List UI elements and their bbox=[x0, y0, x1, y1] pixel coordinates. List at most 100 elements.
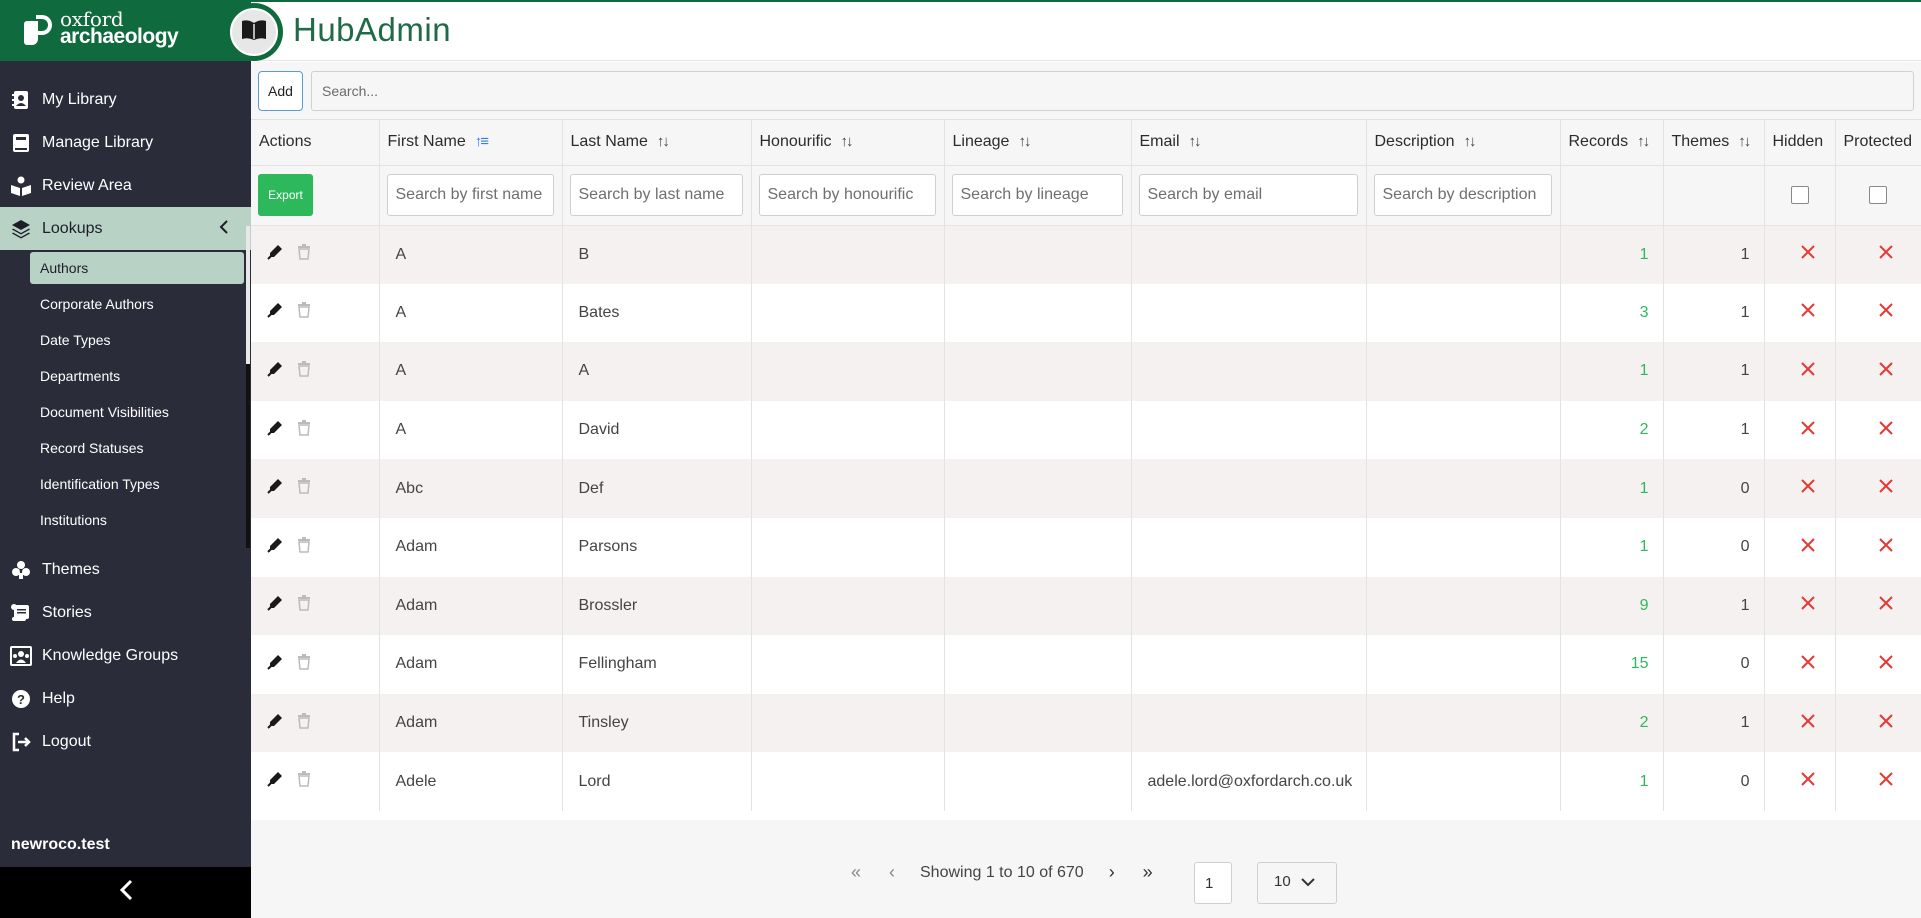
cell-records[interactable]: 1 bbox=[1560, 459, 1664, 518]
column-header-themes[interactable]: Themes ↑↓ bbox=[1663, 120, 1765, 166]
cell-records[interactable]: 3 bbox=[1560, 283, 1664, 343]
sort-icon[interactable]: ↑↓ bbox=[1464, 133, 1477, 150]
cell-records[interactable]: 2 bbox=[1560, 693, 1664, 753]
cell-records[interactable]: 1 bbox=[1560, 225, 1664, 284]
sort-icon[interactable]: ↑↓ bbox=[1018, 133, 1031, 150]
cell-records[interactable]: 15 bbox=[1560, 635, 1664, 694]
column-header-last-name[interactable]: Last Name ↑↓ bbox=[562, 120, 752, 166]
hidden-x-icon[interactable] bbox=[1764, 635, 1836, 694]
edit-pen-icon[interactable] bbox=[267, 595, 283, 616]
sidebar-subitem-departments[interactable]: Departments bbox=[0, 358, 251, 394]
protected-x-icon[interactable] bbox=[1835, 342, 1921, 401]
column-header-records[interactable]: Records ↑↓ bbox=[1560, 120, 1664, 166]
cell-records[interactable]: 2 bbox=[1560, 400, 1664, 460]
add-button[interactable]: Add bbox=[258, 71, 303, 111]
protected-x-icon[interactable] bbox=[1835, 225, 1921, 284]
prev-page-button[interactable]: ‹ bbox=[874, 862, 910, 883]
protected-x-icon[interactable] bbox=[1835, 283, 1921, 343]
edit-pen-icon[interactable] bbox=[267, 537, 283, 558]
sidebar-scrollbar-thumb[interactable] bbox=[246, 226, 250, 364]
edit-pen-icon[interactable] bbox=[267, 654, 283, 675]
sort-icon[interactable]: ↑↓ bbox=[841, 133, 854, 150]
delete-trash-icon[interactable] bbox=[297, 595, 311, 616]
protected-x-icon[interactable] bbox=[1835, 576, 1921, 636]
edit-pen-icon[interactable] bbox=[267, 478, 283, 499]
delete-trash-icon[interactable] bbox=[297, 302, 311, 323]
collapse-sidebar-button[interactable] bbox=[0, 867, 251, 918]
sort-icon[interactable]: ↑↓ bbox=[1637, 133, 1650, 150]
protected-x-icon[interactable] bbox=[1835, 459, 1921, 518]
cell-records[interactable]: 1 bbox=[1560, 342, 1664, 401]
sidebar-item-help[interactable]: ? Help bbox=[0, 677, 251, 720]
hidden-x-icon[interactable] bbox=[1764, 342, 1836, 401]
delete-trash-icon[interactable] bbox=[297, 419, 311, 441]
chevron-left-icon[interactable] bbox=[219, 218, 229, 239]
app-badge[interactable] bbox=[225, 3, 283, 61]
export-button[interactable]: Export bbox=[258, 174, 313, 216]
sidebar-item-logout[interactable]: Logout bbox=[0, 720, 251, 763]
protected-x-icon[interactable] bbox=[1835, 635, 1921, 694]
lineage-filter[interactable] bbox=[951, 174, 1123, 216]
hidden-x-icon[interactable] bbox=[1764, 283, 1836, 343]
protected-x-icon[interactable] bbox=[1835, 752, 1921, 811]
description-filter[interactable] bbox=[1373, 174, 1552, 216]
hidden-x-icon[interactable] bbox=[1764, 693, 1836, 753]
delete-trash-icon[interactable] bbox=[297, 771, 311, 792]
sidebar-subitem-record-statuses[interactable]: Record Statuses bbox=[0, 430, 251, 466]
hidden-filter-checkbox[interactable] bbox=[1790, 186, 1809, 204]
protected-x-icon[interactable] bbox=[1835, 400, 1921, 460]
protected-filter-checkbox[interactable] bbox=[1869, 186, 1887, 204]
page-number-input[interactable]: 1 bbox=[1194, 862, 1232, 904]
honourific-filter[interactable] bbox=[758, 174, 936, 216]
search-input[interactable] bbox=[311, 71, 1914, 111]
sidebar-item-manage-library[interactable]: Manage Library bbox=[0, 121, 251, 164]
edit-pen-icon[interactable] bbox=[267, 771, 283, 792]
email-filter[interactable] bbox=[1138, 174, 1358, 216]
sidebar-item-review-area[interactable]: Review Area bbox=[0, 164, 251, 207]
hidden-x-icon[interactable] bbox=[1764, 752, 1836, 811]
sidebar-subitem-document-visibilities[interactable]: Document Visibilities bbox=[0, 394, 251, 430]
sidebar-subitem-corporate-authors[interactable]: Corporate Authors bbox=[0, 286, 251, 322]
delete-trash-icon[interactable] bbox=[297, 653, 311, 675]
delete-trash-icon[interactable] bbox=[297, 478, 311, 499]
cell-records[interactable]: 1 bbox=[1560, 752, 1664, 811]
hidden-x-icon[interactable] bbox=[1764, 459, 1836, 518]
sidebar-subitem-date-types[interactable]: Date Types bbox=[0, 322, 251, 358]
column-header-first-name[interactable]: First Name ↑≡ bbox=[379, 120, 563, 166]
column-header-lineage[interactable]: Lineage ↑↓ bbox=[944, 120, 1132, 166]
column-header-description[interactable]: Description ↑↓ bbox=[1366, 120, 1561, 166]
column-header-honourific[interactable]: Honourific ↑↓ bbox=[751, 120, 945, 166]
sidebar-subitem-institutions[interactable]: Institutions bbox=[0, 502, 251, 538]
edit-pen-icon[interactable] bbox=[267, 713, 283, 734]
cell-records[interactable]: 9 bbox=[1560, 576, 1664, 636]
next-page-button[interactable]: › bbox=[1094, 862, 1130, 883]
last-page-button[interactable]: » bbox=[1130, 862, 1166, 883]
first-name-filter[interactable] bbox=[386, 174, 554, 216]
column-header-email[interactable]: Email ↑↓ bbox=[1131, 120, 1367, 166]
sidebar-item-lookups[interactable]: Lookups bbox=[0, 207, 251, 250]
hidden-x-icon[interactable] bbox=[1764, 576, 1836, 636]
delete-trash-icon[interactable] bbox=[297, 536, 311, 558]
last-name-filter[interactable] bbox=[569, 174, 743, 216]
page-size-select[interactable]: 10 bbox=[1257, 862, 1337, 904]
protected-x-icon[interactable] bbox=[1835, 517, 1921, 577]
edit-pen-icon[interactable] bbox=[267, 361, 283, 382]
edit-pen-icon[interactable] bbox=[267, 420, 283, 441]
edit-pen-icon[interactable] bbox=[267, 302, 283, 323]
delete-trash-icon[interactable] bbox=[297, 244, 311, 265]
sidebar-item-my-library[interactable]: My Library bbox=[0, 78, 251, 121]
delete-trash-icon[interactable] bbox=[297, 360, 311, 382]
sidebar-subitem-authors[interactable]: Authors bbox=[30, 252, 244, 284]
sort-icon[interactable]: ↑↓ bbox=[657, 133, 670, 150]
sidebar-item-stories[interactable]: Stories bbox=[0, 591, 251, 634]
first-page-button[interactable]: « bbox=[838, 862, 874, 883]
sort-ascending-icon[interactable]: ↑≡ bbox=[475, 133, 489, 150]
edit-pen-icon[interactable] bbox=[267, 244, 283, 265]
sidebar-item-themes[interactable]: Themes bbox=[0, 548, 251, 591]
brand-logo[interactable]: oxford archaeology bbox=[0, 0, 251, 61]
delete-trash-icon[interactable] bbox=[297, 712, 311, 734]
hidden-x-icon[interactable] bbox=[1764, 517, 1836, 577]
cell-records[interactable]: 1 bbox=[1560, 517, 1664, 577]
sidebar-subitem-identification-types[interactable]: Identification Types bbox=[0, 466, 251, 502]
sidebar-item-knowledge-groups[interactable]: Knowledge Groups bbox=[0, 634, 251, 677]
